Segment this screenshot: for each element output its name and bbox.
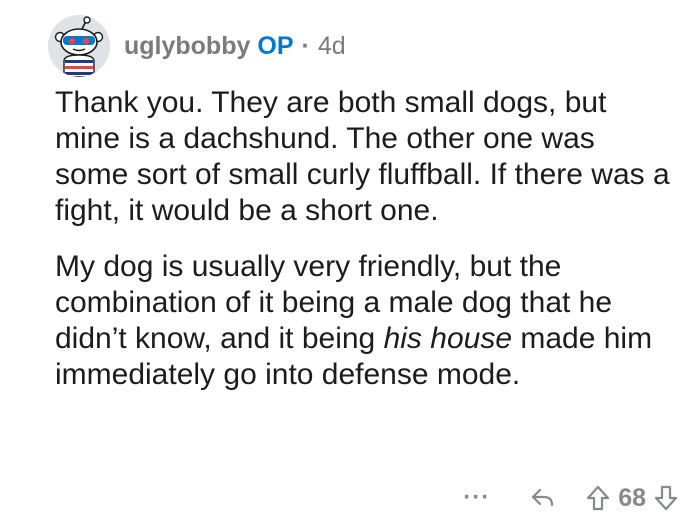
upvote-arrow-icon — [587, 485, 610, 511]
op-badge: OP — [257, 32, 294, 60]
snoo-avatar-icon — [48, 15, 110, 77]
downvote-arrow-icon — [654, 485, 678, 511]
comment-age: 4d — [317, 32, 346, 60]
comment-body: Thank you. They are both small dogs, but… — [55, 85, 675, 393]
comment-header: uglybobby OP · 4d — [48, 14, 346, 78]
comment-paragraph-2: My dog is usually very friendly, but the… — [55, 249, 675, 393]
downvote-button[interactable] — [654, 485, 678, 511]
more-options-button[interactable]: ··· — [463, 484, 490, 512]
user-avatar[interactable] — [48, 15, 110, 77]
comment-paragraph-1: Thank you. They are both small dogs, but… — [55, 86, 670, 227]
comment-meta: uglybobby OP · 4d — [124, 31, 346, 61]
upvote-button[interactable] — [586, 485, 610, 511]
reply-button[interactable] — [530, 487, 556, 509]
reply-icon — [532, 488, 554, 507]
meta-separator: · — [301, 32, 310, 60]
username-link[interactable]: uglybobby — [124, 31, 250, 61]
paragraph-2-italic-text: his house — [383, 322, 513, 355]
comment-card: uglybobby OP · 4d Thank you. They are bo… — [0, 0, 700, 521]
comment-actions: ··· 68 — [463, 478, 678, 518]
vote-score: 68 — [618, 483, 646, 512]
